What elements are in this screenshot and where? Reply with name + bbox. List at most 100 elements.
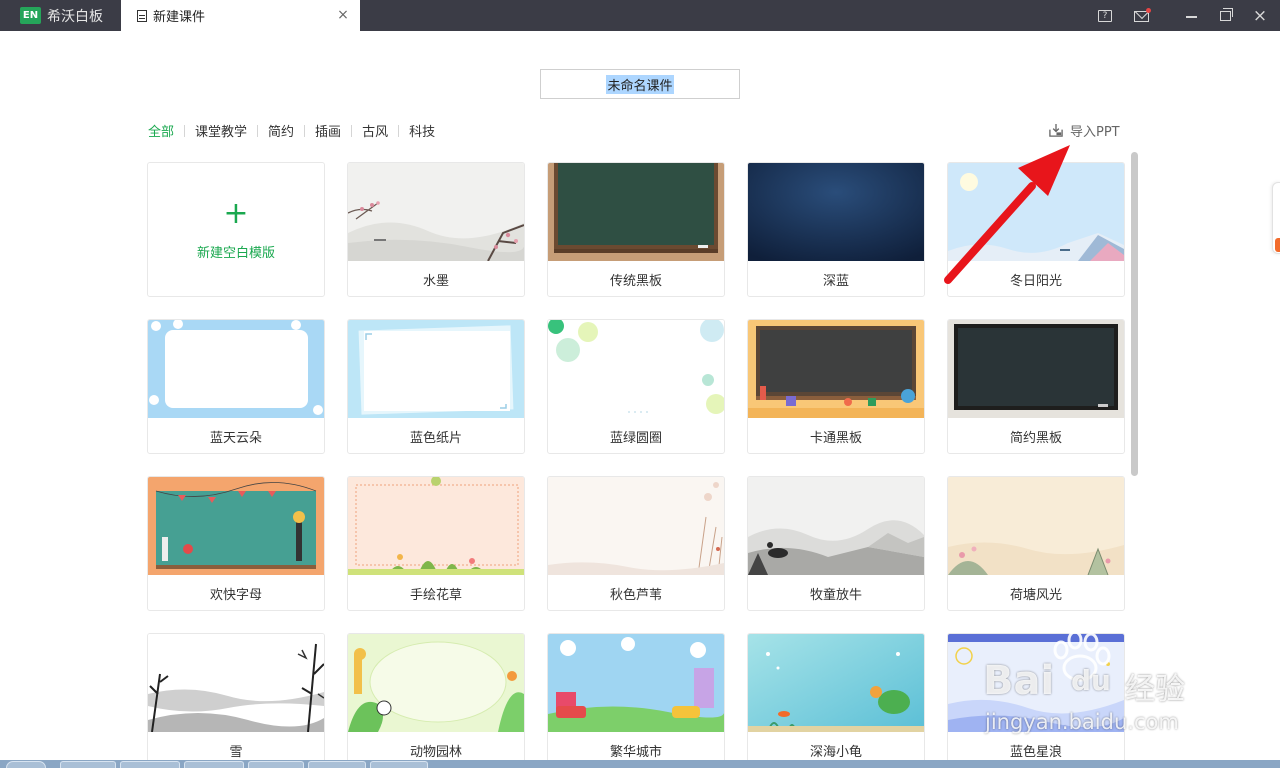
- template-thumbnail: [748, 320, 924, 418]
- template-card-blackboard[interactable]: 传统黑板: [547, 162, 725, 297]
- app-logo: EN: [20, 7, 41, 24]
- template-label: 深蓝: [822, 273, 849, 289]
- taskbar-item[interactable]: [248, 761, 304, 768]
- taskbar-item[interactable]: [60, 761, 116, 768]
- scrollbar-thumb[interactable]: [1131, 152, 1138, 476]
- minimize-icon: [1185, 16, 1197, 18]
- category-ancient[interactable]: 古风: [362, 121, 388, 140]
- app-window: EN 希沃白板 新建课件 × ? × 未命名课件 全部 课堂教学 简约 插画 古…: [0, 0, 1280, 768]
- minimize-button[interactable]: [1179, 5, 1203, 27]
- template-card-ink[interactable]: 水墨: [347, 162, 525, 297]
- help-button[interactable]: ?: [1093, 5, 1117, 27]
- courseware-name-text: 未命名课件: [606, 74, 674, 94]
- template-label: 手绘花草: [409, 587, 462, 603]
- tab-new-courseware[interactable]: 新建课件 ×: [121, 0, 360, 31]
- category-divider: [398, 124, 400, 137]
- side-panel-badge: [1275, 238, 1280, 252]
- template-thumbnail: [748, 634, 924, 732]
- template-thumbnail: [548, 163, 724, 261]
- template-card-blue-paper[interactable]: 蓝色纸片: [347, 319, 525, 454]
- template-label: 水墨: [422, 273, 449, 289]
- template-card-sea-turtle[interactable]: 深海小龟: [747, 633, 925, 768]
- template-thumbnail: [948, 477, 1124, 575]
- template-card-city[interactable]: 繁华城市: [547, 633, 725, 768]
- template-thumbnail: [148, 477, 324, 575]
- close-window-button[interactable]: ×: [1248, 5, 1272, 27]
- start-button[interactable]: [6, 761, 46, 768]
- template-thumbnail: [748, 477, 924, 575]
- template-card-deep-blue[interactable]: 深蓝: [747, 162, 925, 297]
- messages-button[interactable]: [1129, 5, 1153, 27]
- category-tech[interactable]: 科技: [409, 121, 435, 140]
- template-card-lotus-pond[interactable]: 荷塘风光: [947, 476, 1125, 611]
- watermark-brand: 经验: [1125, 672, 1185, 707]
- category-tabs: 全部 课堂教学 简约 插画 古风 科技: [148, 121, 435, 140]
- category-illustration[interactable]: 插画: [315, 121, 341, 140]
- import-icon: [1049, 123, 1063, 137]
- new-blank-template-label: 新建空白模版: [196, 246, 275, 261]
- app-home-tab[interactable]: EN 希沃白板: [0, 0, 120, 31]
- template-card-blue-sky[interactable]: 蓝天云朵: [147, 319, 325, 454]
- template-label: 蓝天云朵: [209, 430, 262, 446]
- restore-icon: [1219, 8, 1233, 21]
- template-label: 传统黑板: [609, 273, 662, 289]
- category-classroom[interactable]: 课堂教学: [195, 121, 247, 140]
- template-thumbnail: [548, 320, 724, 418]
- template-thumbnail: [948, 634, 1124, 732]
- taskbar-item[interactable]: [184, 761, 244, 768]
- category-divider: [304, 124, 306, 137]
- import-ppt-button[interactable]: 导入PPT: [1048, 121, 1120, 140]
- template-card-snow[interactable]: 雪: [147, 633, 325, 768]
- template-card-blue-star-wave[interactable]: 蓝色星浪: [947, 633, 1125, 768]
- courseware-name-input[interactable]: 未命名课件: [540, 69, 740, 99]
- category-divider: [257, 124, 259, 137]
- template-label: 蓝绿圆圈: [609, 430, 662, 446]
- notification-dot: [1146, 8, 1151, 13]
- taskbar-item[interactable]: [308, 761, 366, 768]
- template-card-autumn-reeds[interactable]: 秋色芦苇: [547, 476, 725, 611]
- template-thumbnail: [948, 163, 1124, 261]
- template-label: 荷塘风光: [1009, 587, 1062, 603]
- template-card-happy-letters[interactable]: 欢快字母: [147, 476, 325, 611]
- template-label: 蓝色纸片: [409, 430, 462, 446]
- taskbar-item[interactable]: [370, 761, 428, 768]
- restore-button[interactable]: [1213, 5, 1237, 27]
- tab-label: 新建课件: [153, 10, 206, 25]
- template-card-teal-circles[interactable]: 蓝绿圆圈: [547, 319, 725, 454]
- category-all[interactable]: 全部: [148, 121, 174, 140]
- template-thumbnail: [348, 634, 524, 732]
- plus-icon: +: [223, 196, 249, 231]
- close-tab-icon[interactable]: ×: [336, 7, 350, 23]
- template-card-cowherd[interactable]: 牧童放牛: [747, 476, 925, 611]
- title-bar: EN 希沃白板 新建课件 × ? ×: [0, 0, 1280, 31]
- template-thumbnail: [148, 320, 324, 418]
- category-simple[interactable]: 简约: [268, 121, 294, 140]
- template-card-cartoon-board[interactable]: 卡通黑板: [747, 319, 925, 454]
- category-divider: [351, 124, 353, 137]
- app-name: 希沃白板: [47, 8, 103, 25]
- template-label: 卡通黑板: [809, 430, 862, 446]
- template-thumbnail: [348, 477, 524, 575]
- template-label: 牧童放牛: [809, 587, 862, 603]
- template-thumbnail: [948, 320, 1124, 418]
- template-thumbnail: [348, 320, 524, 418]
- help-icon: ?: [1098, 10, 1112, 22]
- template-label: 简约黑板: [1009, 430, 1062, 446]
- category-divider: [184, 124, 186, 137]
- template-grid: + 新建空白模版 水墨 传统黑板 深蓝 冬日阳光 蓝天云朵 蓝色纸片 蓝绿圆圈 …: [147, 162, 1127, 768]
- import-ppt-label: 导入PPT: [1070, 125, 1120, 140]
- template-label: 欢快字母: [209, 587, 262, 603]
- template-label: 秋色芦苇: [609, 587, 662, 603]
- document-icon: [137, 9, 147, 22]
- new-blank-template-card[interactable]: + 新建空白模版: [147, 162, 325, 297]
- template-card-zoo[interactable]: 动物园林: [347, 633, 525, 768]
- template-card-simple-board[interactable]: 简约黑板: [947, 319, 1125, 454]
- template-card-winter-sun[interactable]: 冬日阳光: [947, 162, 1125, 297]
- template-thumbnail: [548, 477, 724, 575]
- taskbar-item[interactable]: [120, 761, 180, 768]
- template-thumbnail: [748, 163, 924, 261]
- template-card-hand-drawn-flowers[interactable]: 手绘花草: [347, 476, 525, 611]
- close-window-icon: ×: [1252, 6, 1268, 26]
- template-label: 冬日阳光: [1009, 273, 1062, 289]
- template-thumbnail: [548, 634, 724, 732]
